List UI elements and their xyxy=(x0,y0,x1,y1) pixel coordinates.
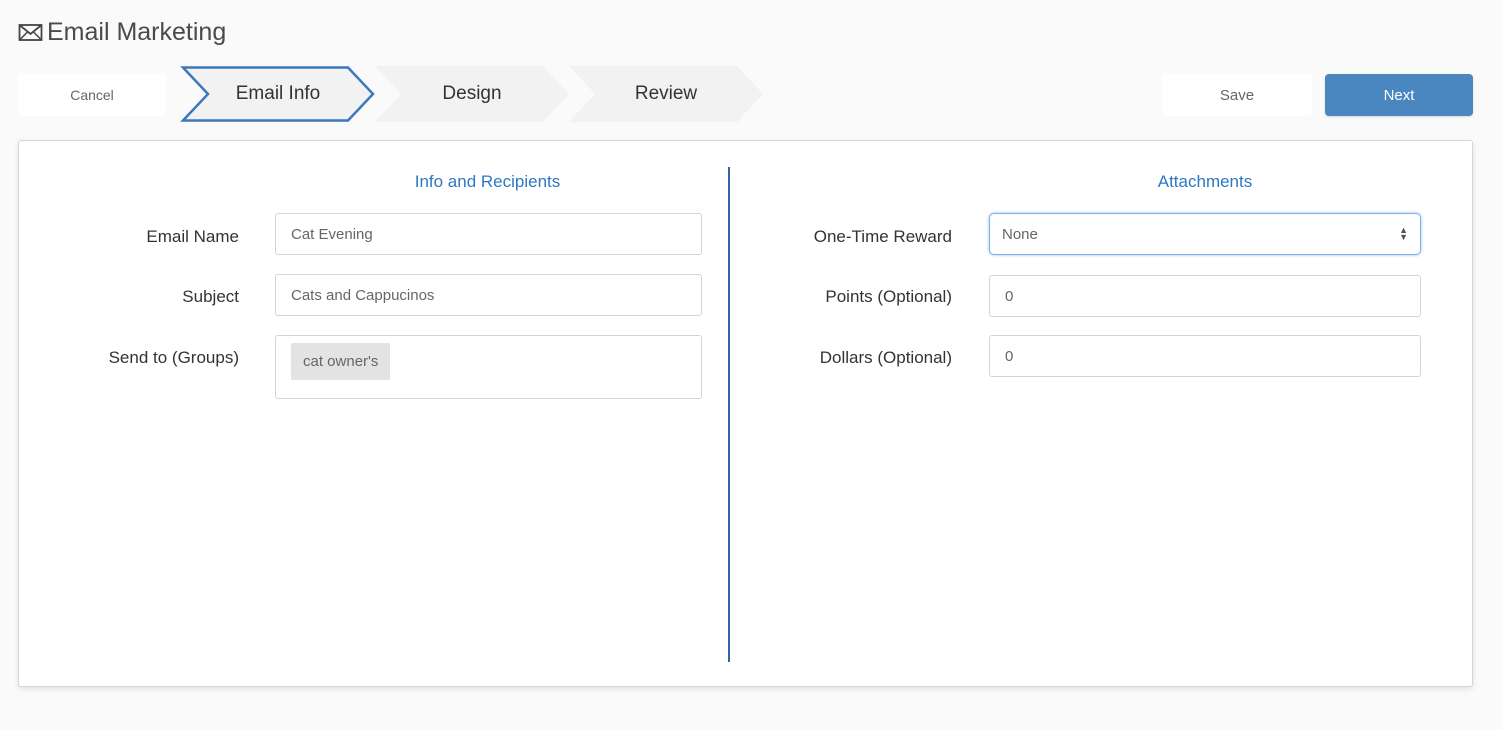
envelope-icon xyxy=(18,23,43,43)
step-label: Review xyxy=(634,83,698,104)
reward-selected-value: None xyxy=(1002,225,1038,243)
page-header: Email Marketing xyxy=(18,18,226,47)
info-section-title: Info and Recipients xyxy=(414,172,561,191)
step-design[interactable]: Design xyxy=(375,66,569,122)
points-label: Points (Optional) xyxy=(825,287,952,306)
subject-input[interactable]: Cats and Cappucinos xyxy=(275,274,702,316)
email-form-card: Info and Recipients Email Name Cat Eveni… xyxy=(18,140,1473,687)
page-title: Email Marketing xyxy=(47,18,227,46)
next-button[interactable]: Next xyxy=(1325,74,1473,116)
reward-select[interactable]: None ▲ ▼ xyxy=(989,213,1421,255)
step-review[interactable]: Review xyxy=(569,66,763,122)
dollars-input[interactable]: 0 xyxy=(989,335,1421,377)
select-arrows-icon: ▲ ▼ xyxy=(1399,225,1408,242)
send-to-label: Send to (Groups) xyxy=(108,348,239,367)
save-button[interactable]: Save xyxy=(1162,74,1312,116)
dollars-label: Dollars (Optional) xyxy=(819,348,952,367)
points-input[interactable]: 0 xyxy=(989,275,1421,317)
step-email-info[interactable]: Email Info xyxy=(180,66,376,122)
step-label: Design xyxy=(442,83,502,104)
email-name-label: Email Name xyxy=(146,227,239,246)
attachments-section-title: Attachments xyxy=(1157,172,1253,191)
reward-label: One-Time Reward xyxy=(813,227,952,246)
group-tag[interactable]: cat owner's xyxy=(291,343,391,380)
section-divider xyxy=(728,167,730,662)
email-name-input[interactable]: Cat Evening xyxy=(275,213,702,255)
step-label: Email Info xyxy=(235,83,321,104)
send-to-groups-input[interactable]: cat owner's xyxy=(275,335,702,399)
subject-label: Subject xyxy=(182,287,239,306)
cancel-button[interactable]: Cancel xyxy=(18,74,166,116)
